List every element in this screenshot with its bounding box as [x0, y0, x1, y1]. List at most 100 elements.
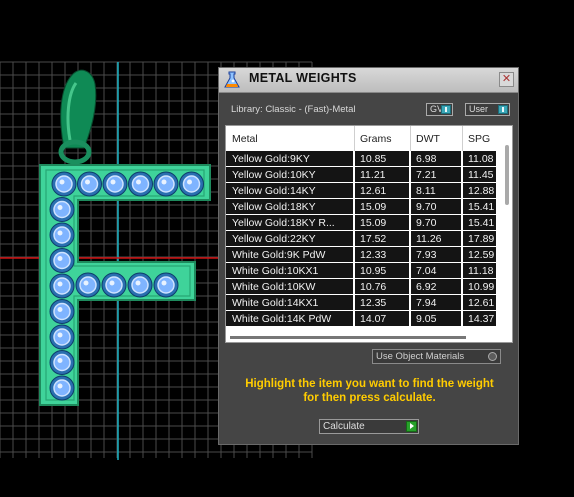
cell-spg: 12.59: [468, 249, 495, 261]
cell-spg: 11.45: [468, 169, 494, 181]
row-divider: [461, 167, 463, 182]
cell-grams: 17.52: [360, 233, 387, 245]
gemstone-highlight: [83, 280, 89, 286]
row-divider: [353, 231, 355, 246]
cell-dwt: 7.93: [416, 249, 437, 261]
row-divider: [461, 183, 463, 198]
cell-dwt: 6.98: [416, 153, 437, 165]
gemstone-facet: [79, 276, 97, 294]
column-divider[interactable]: [462, 126, 463, 151]
gemstone-highlight: [161, 280, 167, 286]
row-divider: [409, 151, 411, 166]
cell-dwt: 7.21: [416, 169, 437, 181]
cell-dwt: 8.11: [416, 185, 436, 197]
row-divider: [409, 199, 411, 214]
table-row[interactable]: White Gold:14KX1 12.35 7.94 12.61: [226, 295, 496, 310]
vertical-scrollbar[interactable]: [505, 143, 510, 335]
column-divider[interactable]: [410, 126, 411, 151]
gemstone-highlight: [135, 280, 141, 286]
gemstone-facet: [157, 175, 175, 193]
table-row[interactable]: Yellow Gold:9KY 10.85 6.98 11.08: [226, 151, 496, 166]
gemstone-facet: [106, 175, 124, 193]
gemstone-highlight: [57, 307, 63, 312]
gemstone-highlight: [110, 179, 116, 185]
row-divider: [409, 167, 411, 182]
cell-grams: 15.09: [360, 217, 387, 229]
use-object-materials-label: Use Object Materials: [376, 351, 465, 362]
row-divider: [353, 247, 355, 262]
header-grams[interactable]: Grams: [360, 133, 392, 145]
toggle-on-icon: [498, 105, 508, 114]
cell-metal: White Gold:10KX1: [232, 265, 319, 277]
gemstone-highlight: [57, 332, 63, 338]
cell-metal: White Gold:14KX1: [232, 297, 319, 309]
cell-grams: 12.33: [360, 249, 387, 261]
gemstone-highlight: [161, 179, 167, 185]
horizontal-scrollbar[interactable]: [230, 336, 466, 339]
table-row[interactable]: White Gold:14K PdW 14.07 9.05 14.37: [226, 311, 496, 326]
cell-spg: 11.08: [468, 153, 494, 165]
gemstone-facet: [53, 379, 71, 397]
table-row[interactable]: White Gold:10KX1 10.95 7.04 11.18: [226, 263, 496, 278]
header-dwt[interactable]: DWT: [416, 133, 440, 145]
table-row[interactable]: Yellow Gold:18KY 15.09 9.70 15.41: [226, 199, 496, 214]
gemstone-facet: [80, 175, 99, 193]
cell-metal: Yellow Gold:9KY: [232, 153, 310, 165]
user-toggle[interactable]: User: [465, 103, 510, 116]
cell-metal: White Gold:9K PdW: [232, 249, 326, 261]
pendant-model[interactable]: [39, 69, 211, 406]
cell-metal: Yellow Gold:22KY: [232, 233, 316, 245]
table-row[interactable]: White Gold:10KW 10.76 6.92 10.99: [226, 279, 496, 294]
gemstone-highlight: [59, 179, 65, 185]
row-divider: [409, 215, 411, 230]
gemstone-highlight: [57, 281, 63, 287]
close-icon[interactable]: ✕: [499, 72, 514, 87]
row-divider: [409, 263, 411, 278]
row-divider: [461, 263, 463, 278]
library-label: Library: Classic - (Fast)-Metal: [231, 104, 356, 115]
panel-titlebar[interactable]: METAL WEIGHTS ✕: [219, 68, 518, 93]
cell-metal: Yellow Gold:10KY: [232, 169, 316, 181]
gv-toggle[interactable]: GV: [426, 103, 453, 116]
gemstone-highlight: [57, 230, 63, 236]
metal-weights-panel: METAL WEIGHTS ✕ Library: Classic - (Fast…: [218, 67, 519, 445]
header-spg[interactable]: SPG: [468, 133, 490, 145]
cell-metal: Yellow Gold:14KY: [232, 185, 316, 197]
header-metal[interactable]: Metal: [232, 133, 258, 145]
gemstone-facet: [53, 277, 71, 295]
calculate-button[interactable]: Calculate: [319, 419, 419, 434]
table-row[interactable]: Yellow Gold:14KY 12.61 8.11 12.88: [226, 183, 496, 198]
scrollbar-thumb[interactable]: [505, 145, 509, 205]
gemstone-highlight: [57, 383, 63, 389]
cell-spg: 12.88: [468, 185, 495, 197]
column-divider[interactable]: [354, 126, 355, 151]
cell-metal: Yellow Gold:18KY R...: [232, 217, 335, 229]
cell-dwt: 6.92: [416, 281, 437, 293]
toggle-on-icon: [441, 105, 451, 114]
metal-table[interactable]: Metal Grams DWT SPG Yellow Gold:9KY 10.85…: [225, 125, 513, 343]
gemstone-facet: [53, 200, 71, 219]
cell-metal: White Gold:14K PdW: [232, 313, 332, 325]
gemstone-facet: [55, 175, 73, 193]
table-row[interactable]: Yellow Gold:22KY 17.52 11.26 17.89: [226, 231, 496, 246]
table-row[interactable]: Yellow Gold:10KY 11.21 7.21 11.45: [226, 167, 496, 182]
table-row[interactable]: White Gold:9K PdW 12.33 7.93 12.59: [226, 247, 496, 262]
gemstone-highlight: [136, 179, 141, 185]
row-divider: [409, 295, 411, 310]
radio-icon[interactable]: [488, 352, 497, 361]
row-divider: [353, 311, 355, 326]
table-row[interactable]: Yellow Gold:18KY R... 15.09 9.70 15.41: [226, 215, 496, 230]
row-divider: [353, 167, 355, 182]
use-object-materials-option[interactable]: Use Object Materials: [372, 349, 501, 364]
cell-dwt: 7.94: [416, 297, 437, 309]
cell-grams: 12.61: [360, 185, 387, 197]
cell-grams: 10.76: [360, 281, 387, 293]
gemstone-highlight: [109, 280, 115, 286]
cell-grams: 11.21: [360, 169, 386, 181]
flask-icon: [224, 71, 240, 88]
panel-title: METAL WEIGHTS: [249, 71, 357, 85]
row-divider: [353, 295, 355, 310]
cell-spg: 17.89: [468, 233, 495, 245]
gemstone-highlight: [57, 256, 63, 261]
cell-dwt: 9.70: [416, 217, 437, 229]
